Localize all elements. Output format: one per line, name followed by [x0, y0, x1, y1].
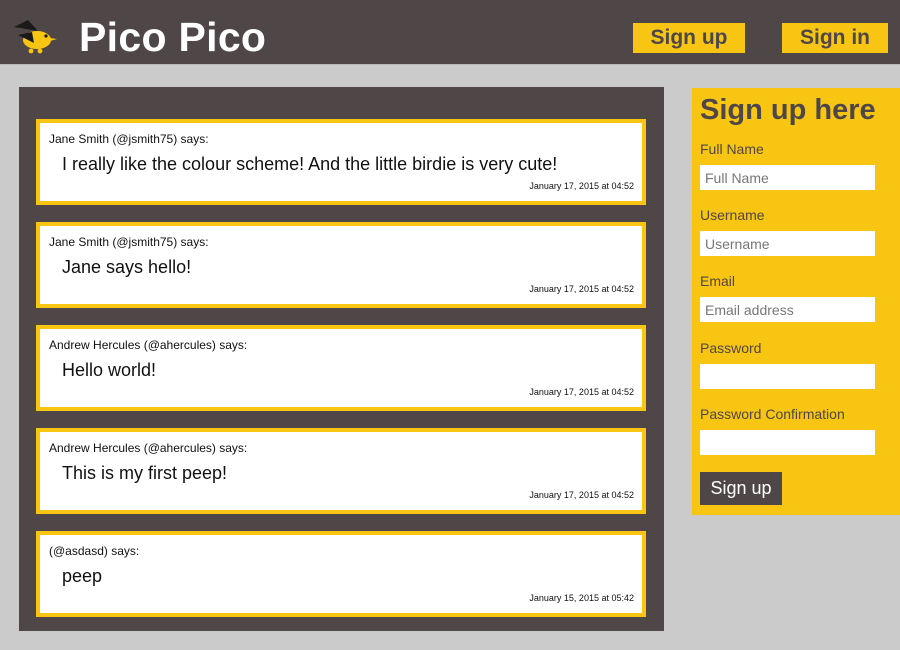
password-input[interactable]: [700, 364, 875, 389]
peep-timestamp: January 17, 2015 at 04:52: [529, 181, 634, 191]
peep-timestamp: January 17, 2015 at 04:52: [529, 490, 634, 500]
peep-author: Jane Smith (@jsmith75) says:: [49, 132, 209, 146]
signup-panel: Sign up here Full Name Username Email Pa…: [692, 88, 900, 515]
peep-card: (@asdasd) says: peep January 15, 2015 at…: [36, 531, 646, 617]
bird-icon[interactable]: [12, 17, 58, 61]
email-label: Email: [700, 273, 736, 289]
peep-card: Andrew Hercules (@ahercules) says: This …: [36, 428, 646, 514]
username-input[interactable]: [700, 231, 875, 256]
peep-feed: Jane Smith (@jsmith75) says: I really li…: [19, 87, 664, 631]
header-signin-button[interactable]: Sign in: [782, 23, 888, 53]
peep-text: peep: [62, 566, 103, 586]
peep-author: Andrew Hercules (@ahercules) says:: [49, 441, 248, 455]
full-name-input[interactable]: [700, 165, 875, 190]
email-input[interactable]: [700, 297, 875, 322]
peep-text: Jane says hello!: [62, 257, 192, 277]
site-header: Pico Pico Sign up Sign in: [0, 0, 900, 65]
peep-author: (@asdasd) says:: [49, 544, 140, 558]
peep-author: Jane Smith (@jsmith75) says:: [49, 235, 209, 249]
peep-card: Andrew Hercules (@ahercules) says: Hello…: [36, 325, 646, 411]
peep-text: This is my first peep!: [62, 463, 228, 483]
peep-timestamp: January 17, 2015 at 04:52: [529, 387, 634, 397]
signup-title: Sign up here: [700, 94, 876, 126]
peep-timestamp: January 15, 2015 at 05:42: [529, 593, 634, 603]
peep-card: Jane Smith (@jsmith75) says: Jane says h…: [36, 222, 646, 308]
header-signup-button[interactable]: Sign up: [633, 23, 745, 53]
full-name-label: Full Name: [700, 141, 764, 157]
peep-card: Jane Smith (@jsmith75) says: I really li…: [36, 119, 646, 205]
signup-submit-button[interactable]: Sign up: [700, 472, 782, 505]
username-label: Username: [700, 207, 765, 223]
peep-text: I really like the colour scheme! And the…: [62, 154, 558, 174]
password-label: Password: [700, 340, 762, 356]
site-title[interactable]: Pico Pico: [79, 11, 266, 63]
password-confirmation-label: Password Confirmation: [700, 406, 845, 422]
peep-timestamp: January 17, 2015 at 04:52: [529, 284, 634, 294]
peep-text: Hello world!: [62, 360, 157, 380]
peep-author: Andrew Hercules (@ahercules) says:: [49, 338, 248, 352]
password-confirmation-input[interactable]: [700, 430, 875, 455]
